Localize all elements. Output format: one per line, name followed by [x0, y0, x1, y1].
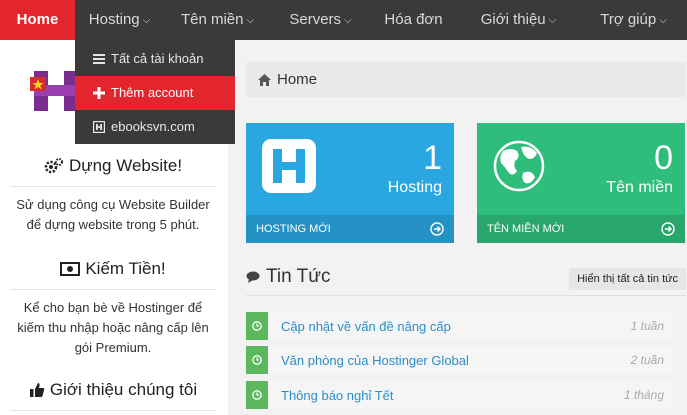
arrow-circle-right-icon	[430, 222, 444, 236]
news-item[interactable]: Thông báo nghỉ Tết 1 tháng	[246, 381, 672, 409]
clock-icon	[252, 390, 262, 400]
hosting-icon	[93, 121, 105, 133]
breadcrumb-home[interactable]: Home	[277, 62, 317, 97]
news-item-time: 1 tháng	[623, 388, 664, 402]
domains-tile[interactable]: 0 Tên miền TÊN MIỀN MỚI	[477, 123, 685, 243]
news-header: Tin Tức Hiển thị tất cả tin tức	[246, 266, 686, 296]
dropdown-item-add-account[interactable]: Thêm account	[75, 76, 235, 110]
news-marker	[246, 312, 268, 340]
sidebar-block-build-title: Dựng Website!	[68, 156, 183, 175]
news-title-text: Tin Tức	[266, 266, 331, 287]
hosting-tile[interactable]: 1 Hosting HOSTING MỚI	[246, 123, 454, 243]
show-all-news-button[interactable]: Hiển thị tất cả tin tức	[569, 268, 686, 290]
news-marker	[246, 346, 268, 374]
chevron-down-icon: ⌵	[246, 15, 255, 26]
sidebar-block-about: Giới thiệu chúng tôi	[10, 380, 216, 411]
news-item-link[interactable]: Thông báo nghỉ Tết	[268, 388, 624, 403]
chevron-down-icon: ⌵	[344, 15, 352, 26]
news-item-time: 2 tuần	[630, 353, 664, 367]
nav-invoices[interactable]: Hóa đơn	[370, 0, 457, 40]
news-item-link[interactable]: Văn phòng của Hostinger Global	[268, 353, 631, 368]
top-navbar: Home Hosting ⌵ Tên miền ⌵ Servers ⌵ Hóa đơn…	[0, 0, 687, 47]
comment-icon	[246, 271, 260, 283]
sidebar-block-build-text: Sử dụng công cụ Website Builder để dựng …	[16, 197, 210, 232]
nav-about[interactable]: Giới thiệu ⌵	[457, 0, 580, 40]
chevron-down-icon: ⌵	[142, 15, 151, 26]
new-domain-label: TÊN MIỀN MỚI	[487, 223, 565, 235]
clock-icon	[252, 321, 262, 331]
nav-domains[interactable]: Tên miền ⌵	[164, 0, 271, 40]
domains-tile-label: Tên miền	[606, 179, 673, 196]
nav-servers-label: Servers	[289, 11, 342, 28]
nav-home[interactable]: Home	[0, 0, 75, 47]
new-domain-link[interactable]: TÊN MIỀN MỚI	[477, 215, 685, 243]
news-item-link[interactable]: Cập nhật về vấn đề nâng cấp	[268, 319, 631, 334]
dropdown-item-label: Thêm account	[111, 85, 194, 100]
dropdown-item-label: ebooksvn.com	[111, 119, 195, 134]
hosting-count: 1	[423, 139, 442, 177]
nav-home-label: Home	[16, 11, 59, 28]
sidebar-block-build-head: Dựng Website!	[10, 156, 216, 187]
news-item-time: 1 tuần	[630, 319, 664, 333]
nav-about-label: Giới thiệu	[480, 11, 546, 28]
nav-invoices-label: Hóa đơn	[384, 11, 443, 28]
nav-hosting-label: Hosting	[88, 11, 140, 28]
dropdown-item-label: Tất cả tài khoản	[111, 51, 204, 66]
hosting-tile-icon	[262, 139, 316, 193]
breadcrumb: Home	[246, 62, 686, 97]
domains-count: 0	[654, 139, 673, 177]
news-marker	[246, 381, 268, 409]
cogs-icon	[44, 158, 63, 174]
sidebar-block-earn-text: Kể cho bạn bè về Hostinger để kiếm thu n…	[17, 300, 209, 355]
nav-hosting[interactable]: Hosting ⌵	[75, 0, 164, 40]
nav-help-label: Trợ giúp	[600, 11, 657, 28]
hosting-tile-label: Hosting	[387, 179, 442, 196]
news-item[interactable]: Cập nhật về vấn đề nâng cấp 1 tuần	[246, 312, 672, 340]
home-icon	[258, 73, 271, 86]
money-icon	[60, 262, 81, 276]
list-icon	[93, 54, 105, 64]
dropdown-item-ebooksvn[interactable]: ebooksvn.com	[75, 110, 235, 144]
new-hosting-link[interactable]: HOSTING MỚI	[246, 215, 454, 243]
chevron-down-icon: ⌵	[548, 15, 557, 26]
sidebar-block-earn-title: Kiếm Tiền!	[85, 259, 166, 278]
nav-servers[interactable]: Servers ⌵	[271, 0, 370, 40]
arrow-circle-right-icon	[661, 222, 675, 236]
sidebar-block-about-title: Giới thiệu chúng tôi	[49, 380, 198, 399]
clock-icon	[252, 355, 262, 365]
news-title: Tin Tức	[246, 266, 330, 288]
sidebar-block-earn: Kiếm Tiền! Kể cho bạn bè về Hostinger để…	[10, 259, 216, 358]
dropdown-item-all-accounts[interactable]: Tất cả tài khoản	[75, 42, 235, 76]
thumbs-up-icon	[29, 383, 45, 397]
chevron-down-icon: ⌵	[659, 15, 667, 26]
news-item[interactable]: Văn phòng của Hostinger Global 2 tuần	[246, 346, 672, 374]
hosting-dropdown-menu: Tất cả tài khoản Thêm account ebooksvn.c…	[75, 40, 235, 144]
new-hosting-label: HOSTING MỚI	[256, 223, 331, 235]
plus-icon	[93, 87, 105, 99]
sidebar-block-about-head: Giới thiệu chúng tôi	[10, 380, 216, 411]
nav-domains-label: Tên miền	[180, 11, 244, 28]
globe-icon	[493, 140, 545, 192]
sidebar-block-build: Dựng Website! Sử dụng công cụ Website Bu…	[10, 156, 216, 235]
nav-help[interactable]: Trợ giúp ⌵	[580, 0, 687, 40]
sidebar-block-earn-head: Kiếm Tiền!	[10, 259, 216, 290]
